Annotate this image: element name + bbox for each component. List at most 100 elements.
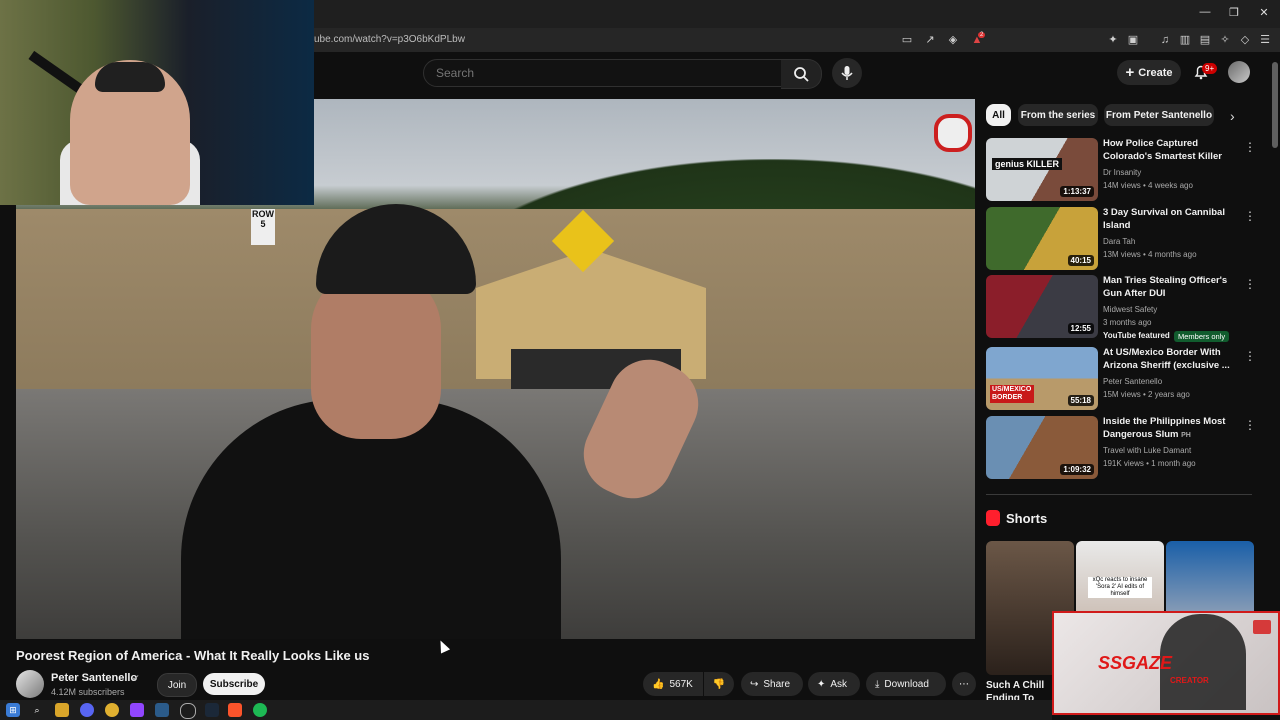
vpn-icon[interactable]: ◇ [1238,33,1252,47]
more-icon: ⋯ [959,678,969,690]
wallet-icon[interactable]: ▤ [1198,33,1212,47]
verified-icon: ✔ [132,673,140,683]
webcam-overlay [0,0,314,205]
rec-item[interactable]: 40:15 3 Day Survival on Cannibal Island … [986,207,1256,271]
share-page-icon[interactable]: ↗ [923,33,937,47]
page-scrollbar[interactable] [1272,62,1278,148]
rec-channel[interactable]: Travel with Luke Damant [1103,446,1191,455]
app-icon[interactable] [155,703,169,717]
rec-meta: 13M views • 4 months ago [1103,250,1197,259]
music-icon[interactable]: ♫ [1158,33,1172,47]
rec-channel[interactable]: Peter Santenello [1103,377,1162,386]
kebab-menu-icon[interactable]: ⋮ [1244,349,1256,363]
rec-duration: 55:18 [1067,395,1094,406]
menu-icon[interactable]: ☰ [1258,33,1272,47]
close-window-button[interactable]: ✕ [1255,6,1273,22]
rec-title[interactable]: At US/Mexico Border With Arizona Sheriff… [1103,347,1233,372]
search-input[interactable] [434,65,738,81]
kebab-menu-icon[interactable]: ⋮ [1244,209,1256,223]
rec-duration: 12:55 [1067,323,1094,334]
dislike-button[interactable]: 👎 [704,672,734,696]
rec-meta: 15M views • 2 years ago [1103,390,1190,399]
rec-duration: 1:13:37 [1060,186,1094,197]
chip-from-series[interactable]: From the series [1018,104,1098,126]
sidebar-icon[interactable]: ▥ [1178,33,1192,47]
minimize-button[interactable]: — [1196,6,1214,22]
rec-channel[interactable]: Midwest Safety [1103,305,1157,314]
rec-duration: 1:09:32 [1060,464,1094,475]
rec-thumbnail[interactable]: genius KILLER 1:13:37 [986,138,1098,201]
rec-channel[interactable]: Dr Insanity [1103,168,1141,177]
more-actions-button[interactable]: ⋯ [952,672,976,696]
cast-icon[interactable]: ▭ [900,33,914,47]
subscribe-button[interactable]: Subscribe [203,673,265,695]
spotify-icon[interactable] [253,703,267,717]
url-text[interactable]: ube.com/watch?v=p3O6bKdPLbw [314,34,465,45]
rec-title[interactable]: Man Tries Stealing Officer's Gun After D… [1103,275,1233,300]
webcam-person-hair [95,62,165,92]
rec-channel[interactable]: Dara Tah [1103,237,1135,246]
create-label: Create [1138,66,1173,79]
rec-meta: 14M views • 4 weeks ago [1103,181,1193,190]
shorts-heading: Shorts [1006,511,1048,526]
subscriber-count: 4.12M subscribers [51,687,125,697]
rec-thumbnail[interactable]: 12:55 [986,275,1098,338]
search-button[interactable] [781,59,822,89]
kebab-menu-icon[interactable]: ⋮ [1244,418,1256,432]
maximize-button[interactable]: ❐ [1225,6,1243,22]
ask-button[interactable]: ✦ Ask [808,672,860,696]
promo-badge-icon [1253,620,1271,634]
kebab-menu-icon[interactable]: ⋮ [1244,140,1256,154]
brave-icon[interactable] [228,703,242,717]
featured-label: YouTube featured [1103,331,1170,340]
voice-search-button[interactable] [832,58,862,88]
download-button[interactable]: ⤓ Download [866,672,946,696]
notification-count-badge: 9+ [1202,63,1218,74]
members-only-badge: Members only [1174,331,1230,342]
ai-icon[interactable]: ✧ [1218,33,1232,47]
rec-item[interactable]: US/MEXICO BORDER 55:18 At US/Mexico Bord… [986,347,1256,411]
shorts-icon [986,510,1000,526]
channel-avatar[interactable] [16,670,44,698]
rec-thumbnail[interactable]: US/MEXICO BORDER 55:18 [986,347,1098,410]
rec-item[interactable]: genius KILLER 1:13:37 How Police Capture… [986,138,1256,202]
chevron-right-icon[interactable]: › [1230,108,1235,124]
discord-icon[interactable] [80,703,94,717]
rec-title[interactable]: 3 Day Survival on Cannibal Island [1103,207,1233,232]
scene-row-sign: ROW 5 [251,209,275,245]
sparkle-icon: ✦ [817,678,826,690]
account-avatar[interactable] [1228,61,1250,83]
share-button[interactable]: ↪ Share [741,672,803,696]
steam-icon[interactable] [205,703,219,717]
rec-title[interactable]: Inside the Philippines Most Dangerous Sl… [1103,416,1233,442]
thumbs-down-icon: 👎 [712,678,726,690]
rec-title-text: Inside the Philippines Most Dangerous Sl… [1103,416,1226,440]
rec-item[interactable]: 1:09:32 Inside the Philippines Most Dang… [986,416,1256,480]
chip-from-channel[interactable]: From Peter Santenello [1104,104,1214,126]
chip-all[interactable]: All [986,104,1011,126]
create-button[interactable]: + Create [1117,60,1181,85]
twitch-icon[interactable] [130,703,144,717]
rec-meta: 3 months ago [1103,318,1152,327]
file-explorer-icon[interactable] [55,703,69,717]
like-button[interactable]: 👍 567K [643,672,703,696]
extensions-icon[interactable]: ✦ [1106,33,1120,47]
obs-icon[interactable] [180,703,196,719]
video-title: Poorest Region of America - What It Real… [16,648,370,663]
shield-icon[interactable]: ◈ [946,33,960,47]
channel-name[interactable]: Peter Santenello [51,672,137,684]
search-taskbar-icon[interactable]: ⌕ [30,703,44,717]
join-button[interactable]: Join [157,673,197,697]
rec-thumbnail[interactable]: 40:15 [986,207,1098,270]
rec-item[interactable]: 12:55 Man Tries Stealing Officer's Gun A… [986,275,1256,342]
rec-thumb-text: US/MEXICO BORDER [990,385,1034,403]
kebab-menu-icon[interactable]: ⋮ [1244,277,1256,291]
channel-watermark-icon[interactable] [934,114,972,152]
windows-start-icon[interactable]: ⊞ [6,703,20,717]
rec-thumbnail[interactable]: 1:09:32 [986,416,1098,479]
share-label: Share [763,678,791,690]
screenshot-icon[interactable]: ▣ [1126,33,1140,47]
rec-title[interactable]: How Police Captured Colorado's Smartest … [1103,138,1233,163]
chrome-icon[interactable] [105,703,119,717]
rec-thumb-text: genius KILLER [992,158,1063,170]
